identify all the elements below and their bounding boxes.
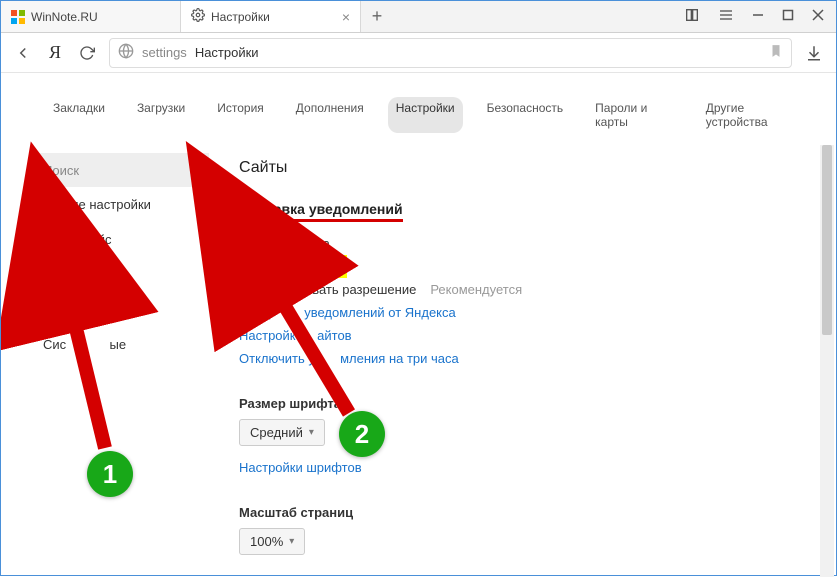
select-value: 100%: [250, 534, 283, 549]
select-value: Средний: [250, 425, 303, 440]
settings-topnav: Закладки Загрузки История Дополнения Нас…: [1, 73, 836, 147]
annotation-badge-2: 2: [339, 411, 385, 457]
minimize-icon[interactable]: [752, 9, 764, 24]
downloads-button[interactable]: [804, 43, 824, 63]
sidebar-search-placeholder: Поиск: [43, 163, 79, 178]
new-tab-button[interactable]: +: [361, 1, 393, 32]
radio-label: Запрещена: [270, 259, 339, 274]
bookmark-icon[interactable]: [769, 44, 783, 61]
settings-sidebar: Поиск Общие настройки Интерфейс Инструме…: [31, 153, 209, 577]
tab-settings[interactable]: Настройки ×: [181, 1, 361, 32]
topnav-downloads[interactable]: Загрузки: [129, 97, 193, 133]
zoom-label: Масштаб страниц: [239, 505, 806, 520]
radio-label: ашивать разрешение: [262, 282, 416, 297]
settings-panel: Сайты Отправка уведомлений Разрешена Зап…: [229, 153, 816, 577]
annotation-badge-1: 1: [87, 451, 133, 497]
scrollbar-thumb[interactable]: [822, 145, 832, 335]
radio-icon: [247, 259, 262, 274]
yandex-home-button[interactable]: Я: [45, 43, 65, 63]
reload-button[interactable]: [77, 43, 97, 63]
window-controls: [672, 1, 836, 32]
topnav-devices[interactable]: Другие устройства: [698, 97, 806, 133]
sidebar-item-system[interactable]: Сис ые: [31, 327, 209, 362]
radio-icon: [239, 282, 254, 297]
zoom-select[interactable]: 100% ▾: [239, 528, 305, 555]
tab-title: WinNote.RU: [31, 10, 98, 24]
sidebar-item-general[interactable]: Общие настройки: [31, 187, 209, 222]
topnav-security[interactable]: Безопасность: [479, 97, 572, 133]
link-font-settings[interactable]: Настройки шрифтов: [239, 456, 806, 479]
topnav-settings[interactable]: Настройки: [388, 97, 463, 133]
address-bar[interactable]: settings Настройки: [109, 38, 792, 68]
maximize-icon[interactable]: [782, 9, 794, 24]
notifications-title: Отправка уведомлений: [239, 201, 403, 222]
address-title: Настройки: [195, 45, 259, 60]
menu-icon[interactable]: [718, 7, 734, 26]
chevron-down-icon: ▾: [309, 427, 314, 438]
radio-label: Разрешена: [262, 236, 330, 251]
radio-icon: [239, 236, 254, 251]
radio-denied[interactable]: Запрещена: [239, 255, 347, 278]
link-disable-3h[interactable]: Отключить у мления на три часа: [239, 347, 806, 370]
link-yandex-notifications[interactable]: Настр уведомлений от Яндекса: [239, 301, 806, 324]
sidebar-search[interactable]: Поиск: [31, 153, 209, 187]
gear-icon: [191, 8, 205, 25]
content-area: Закладки Загрузки История Дополнения Нас…: [1, 73, 836, 577]
toolbar: Я settings Настройки: [1, 33, 836, 73]
radio-hint: Рекомендуется: [430, 282, 522, 297]
chevron-down-icon: ▾: [289, 536, 294, 547]
titlebar: WinNote.RU Настройки × +: [1, 1, 836, 33]
site-icon: [11, 10, 25, 24]
link-site-settings[interactable]: Настройк айтов: [239, 324, 806, 347]
panel-heading: Сайты: [239, 159, 806, 177]
reader-mode-icon[interactable]: [684, 7, 700, 26]
vertical-scrollbar[interactable]: [820, 145, 834, 577]
radio-allowed[interactable]: Разрешена: [239, 232, 806, 255]
close-window-icon[interactable]: [812, 9, 824, 24]
topnav-history[interactable]: История: [209, 97, 272, 133]
tab-winnote[interactable]: WinNote.RU: [1, 1, 181, 32]
font-size-select[interactable]: Средний ▾: [239, 419, 325, 446]
topnav-bookmarks[interactable]: Закладки: [45, 97, 113, 133]
address-prefix: settings: [142, 45, 187, 60]
topnav-passwords[interactable]: Пароли и карты: [587, 97, 682, 133]
topnav-addons[interactable]: Дополнения: [288, 97, 372, 133]
back-button[interactable]: [13, 43, 33, 63]
font-size-label: Размер шрифта: [239, 396, 806, 411]
tab-title: Настройки: [211, 10, 270, 24]
close-tab-icon[interactable]: ×: [342, 9, 350, 25]
sidebar-item-interface[interactable]: Интерфейс: [31, 222, 209, 257]
radio-ask[interactable]: ашивать разрешение Рекомендуется: [239, 278, 806, 301]
globe-icon: [118, 43, 134, 62]
sidebar-item-sites[interactable]: Сайты: [33, 296, 92, 323]
sidebar-item-tools[interactable]: Инструменты: [31, 257, 209, 292]
